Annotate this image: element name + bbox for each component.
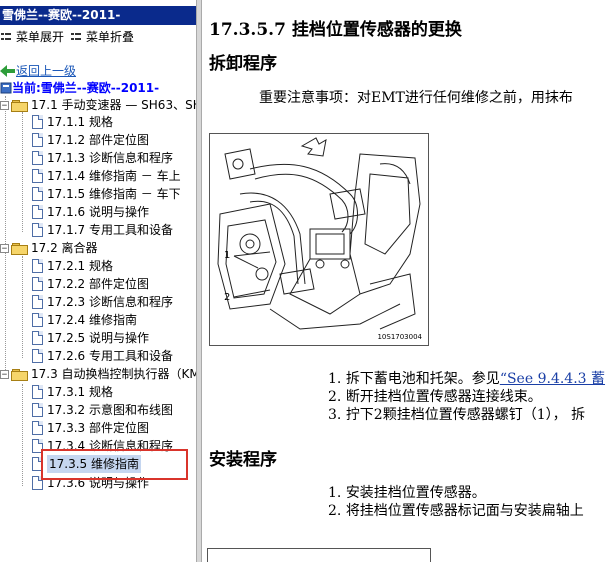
book-icon: [0, 82, 12, 94]
sensor-figure: 1 2 10S1703004: [209, 133, 429, 346]
folder-open-icon: [11, 368, 28, 381]
installation-step: 1. 安装挂档位置传感器。: [328, 485, 486, 501]
tree-item[interactable]: 17.2.2 部件定位图: [32, 275, 149, 293]
tree-item-label: 17.2.5 说明与操作: [47, 331, 149, 345]
removal-heading: 拆卸程序: [209, 54, 277, 74]
document-page-icon: [32, 421, 43, 435]
document-page-icon: [32, 115, 43, 129]
installation-heading: 安装程序: [209, 450, 277, 470]
tree-item-label: 17.3.1 规格: [47, 385, 113, 399]
selection-highlight-box: [41, 449, 188, 480]
tree-item-label: 17.2.6 专用工具和设备: [47, 349, 173, 363]
expand-icon: [1, 33, 11, 40]
tree-item[interactable]: 17.3.2 示意图和布线图: [32, 401, 173, 419]
tree-item-label: 17.3.2 示意图和布线图: [47, 403, 173, 417]
current-location: 当前:雪佛兰--赛欧--2011-: [0, 80, 159, 96]
installation-steps: 1. 安装挂档位置传感器。 2. 将挂档位置传感器标记面与安装扁轴上: [328, 484, 584, 520]
document-page-icon: [32, 331, 43, 345]
tree-item-label: 17.1.5 维修指南 － 车下: [47, 187, 181, 201]
tree-item[interactable]: 17.2.1 规格: [32, 257, 113, 275]
tree-item-label: 17.3 自动换档控制执行器（KM: [31, 367, 196, 381]
tree-item[interactable]: 17.2.5 说明与操作: [32, 329, 149, 347]
tree-item-label: 17.1.6 说明与操作: [47, 205, 149, 219]
tree-item[interactable]: 17.2.6 专用工具和设备: [32, 347, 173, 365]
collapse-menu-label: 菜单折叠: [86, 30, 135, 44]
back-arrow-icon: [0, 65, 15, 77]
navigation-pane: 雪佛兰--赛欧--2011- 菜单展开 菜单折叠 返回上一级 当前:雪佛兰--赛…: [0, 0, 196, 562]
tree-item-label: 17.1.3 诊断信息和程序: [47, 151, 173, 165]
document-page-icon: [32, 169, 43, 183]
document-page-icon: [32, 133, 43, 147]
tree-item-label: 17.2.4 维修指南: [47, 313, 137, 327]
collapse-icon: [71, 33, 81, 40]
back-link[interactable]: 返回上一级: [0, 63, 76, 79]
removal-step: 3. 拧下2颗挂档位置传感器螺钉（1）， 拆: [328, 407, 586, 423]
tree-item-label: 17.1.2 部件定位图: [47, 133, 149, 147]
tree-item[interactable]: 17.1.4 维修指南 － 车上: [32, 167, 181, 185]
engine-illustration: 1 2: [217, 137, 421, 330]
tree-item[interactable]: 17.1.1 规格: [32, 113, 113, 131]
document-page-icon: [32, 259, 43, 273]
folder-open-icon: [11, 242, 28, 255]
tree-item-label: 17.2.3 诊断信息和程序: [47, 295, 173, 309]
document-page-icon: [32, 313, 43, 327]
document-page-icon: [32, 385, 43, 399]
figure-id: 10S1703004: [377, 333, 422, 341]
tree-item-label: 17.1.4 维修指南 － 车上: [47, 169, 181, 183]
tree-item-label: 17.2 离合器: [31, 241, 98, 255]
expand-menu-button[interactable]: 菜单展开: [0, 29, 64, 45]
tree-item[interactable]: 17.1.6 说明与操作: [32, 203, 149, 221]
collapse-toggle-icon[interactable]: −: [0, 243, 9, 253]
collapse-menu-button[interactable]: 菜单折叠: [70, 29, 134, 45]
tree-item[interactable]: 17.2.4 维修指南: [32, 311, 137, 329]
tree-item[interactable]: 17.2.3 诊断信息和程序: [32, 293, 173, 311]
current-location-label: 当前:雪佛兰--赛欧--2011-: [12, 81, 160, 95]
next-figure-frame: [207, 548, 431, 562]
tree-item-label: 17.1.7 专用工具和设备: [47, 223, 173, 237]
tree-item-label: 17.1 手动变速器 — SH63、SH63: [31, 98, 196, 112]
expand-menu-label: 菜单展开: [16, 30, 65, 44]
document-page-icon: [32, 205, 43, 219]
document-page-icon: [32, 403, 43, 417]
installation-step: 2. 将挂档位置传感器标记面与安装扁轴上: [328, 503, 584, 519]
tree-item[interactable]: 17.1.7 专用工具和设备: [32, 221, 173, 239]
tree-item-label: 17.3.3 部件定位图: [47, 421, 149, 435]
tree-item[interactable]: 17.1.3 诊断信息和程序: [32, 149, 173, 167]
collapse-toggle-icon[interactable]: −: [0, 369, 9, 379]
document-page-icon: [32, 349, 43, 363]
document-page-icon: [32, 277, 43, 291]
tree-folder[interactable]: − 17.2 离合器: [0, 239, 98, 257]
removal-step: 2. 断开挂档位置传感器连接线束。: [328, 389, 542, 405]
see-reference-link[interactable]: “See 9.4.4.3 蓄: [500, 371, 605, 387]
tree-item-label: 17.2.1 规格: [47, 259, 113, 273]
folder-open-icon: [11, 99, 28, 112]
removal-step: 1. 拆下蓄电池和托架。参见“See 9.4.4.3 蓄: [328, 371, 606, 387]
tree-item-label: 17.2.2 部件定位图: [47, 277, 149, 291]
tree-item-label: 17.1.1 规格: [47, 115, 113, 129]
tree-item[interactable]: 17.3.1 规格: [32, 383, 113, 401]
document-page-icon: [32, 151, 43, 165]
collapse-toggle-icon[interactable]: −: [0, 100, 9, 110]
document-pane: 17.3.5.7 挂档位置传感器的更换 拆卸程序 重要注意事项：对EMT进行任何…: [202, 0, 608, 562]
tree-item[interactable]: 17.1.2 部件定位图: [32, 131, 149, 149]
important-notice: 重要注意事项：对EMT进行任何维修之前，用抹布: [259, 90, 573, 106]
tree-folder[interactable]: − 17.1 手动变速器 — SH63、SH63: [0, 96, 196, 114]
callout-2: 2: [224, 292, 230, 303]
sidebar-title: 雪佛兰--赛欧--2011-: [0, 6, 196, 25]
document-page-icon: [32, 295, 43, 309]
document-page-icon: [32, 187, 43, 201]
back-link-label: 返回上一级: [16, 64, 77, 78]
document-page-icon: [32, 223, 43, 237]
removal-steps: 1. 拆下蓄电池和托架。参见“See 9.4.4.3 蓄 2. 断开挂档位置传感…: [328, 370, 605, 424]
callout-1: 1: [224, 250, 230, 261]
tree-item[interactable]: 17.3.3 部件定位图: [32, 419, 149, 437]
document-title: 17.3.5.7 挂档位置传感器的更换: [209, 20, 462, 40]
tree-item[interactable]: 17.1.5 维修指南 － 车下: [32, 185, 181, 203]
tree-folder[interactable]: − 17.3 自动换档控制执行器（KM: [0, 365, 196, 383]
